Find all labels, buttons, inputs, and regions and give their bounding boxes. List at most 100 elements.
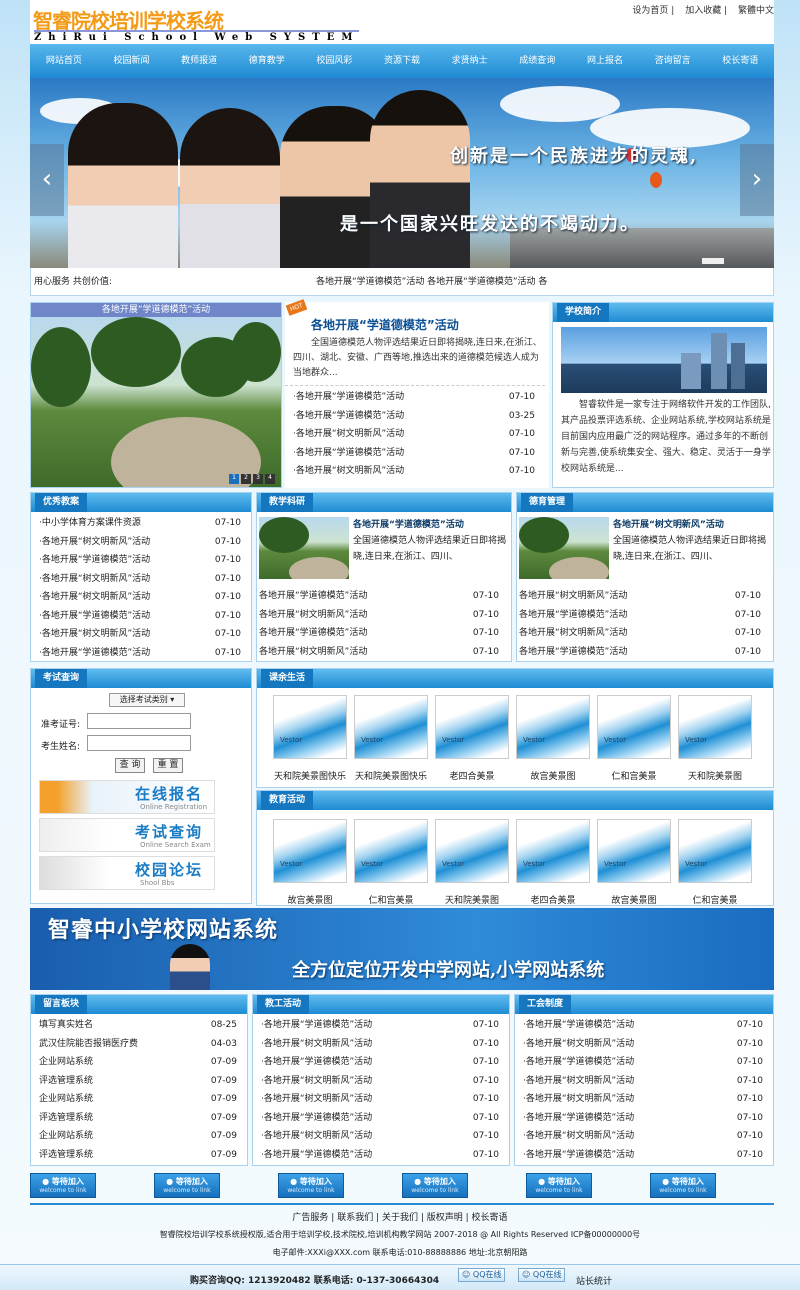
slider-dot-1[interactable]: 1 <box>229 474 239 484</box>
nav-item-principal[interactable]: 校长寄语 <box>706 44 774 78</box>
slider-dot-3[interactable]: 3 <box>253 474 263 484</box>
gallery-image[interactable]: Vestor <box>516 695 590 759</box>
list-item[interactable]: 评选管理系统 07-09 <box>31 1072 247 1091</box>
list-item[interactable]: ·各地开展“树文明新风”活动 07-10 <box>253 1035 509 1054</box>
list-item[interactable]: ·各地开展“学道德模范”活动 03-25 <box>285 407 545 426</box>
list-item[interactable]: 企业网站系统 07-09 <box>31 1053 247 1072</box>
list-item[interactable]: ·各地开展“学道德模范”活动 07-10 <box>31 644 251 663</box>
list-item[interactable]: ·各地开展“树文明新风”活动 07-10 <box>285 425 545 444</box>
list-item[interactable]: 各地开展“树文明新风”活动 07-10 <box>251 606 509 625</box>
slider-dot-4[interactable]: 4 <box>265 474 275 484</box>
exam-type-select[interactable]: 选择考试类别 ▾ <box>109 693 185 707</box>
list-item[interactable]: ·中小学体育方案课件资源 07-10 <box>31 514 251 533</box>
nav-item-news[interactable]: 校园新闻 <box>98 44 166 78</box>
list-item[interactable]: ·各地开展“树文明新风”活动 07-10 <box>31 570 251 589</box>
list-item[interactable]: 各地开展“树文明新风”活动 07-10 <box>511 624 771 643</box>
friend-link-button[interactable]: ● 等待加入 welcome to link <box>650 1173 716 1198</box>
research-thumbnail[interactable] <box>259 517 349 579</box>
list-item[interactable]: ·各地开展“树文明新风”活动 07-10 <box>253 1090 509 1109</box>
list-item[interactable]: 各地开展“树文明新风”活动 07-10 <box>511 587 771 606</box>
qq-online-button-1[interactable]: ☺ QQ在线 <box>458 1268 506 1282</box>
qq-online-button-2[interactable]: ☺ QQ在线 <box>518 1268 566 1282</box>
gallery-image[interactable]: Vestor <box>597 695 671 759</box>
gallery-caption[interactable]: 天和院美景图快乐 <box>267 769 353 782</box>
gallery-caption[interactable]: 故宫美景图 <box>267 893 353 906</box>
gallery-caption[interactable]: 故宫美景图 <box>591 893 677 906</box>
nav-item-home[interactable]: 网站首页 <box>30 44 98 78</box>
headline-title[interactable]: 各地开展“学道德模范”活动 <box>311 316 459 333</box>
list-item[interactable]: ·各地开展“树文明新风”活动 07-10 <box>31 625 251 644</box>
list-item[interactable]: ·各地开展“树文明新风”活动 07-10 <box>285 462 545 481</box>
moral-thumbnail[interactable] <box>519 517 609 579</box>
gallery-image[interactable]: Vestor <box>435 819 509 883</box>
list-item[interactable]: ·各地开展“学道德模范”活动 07-10 <box>515 1146 773 1165</box>
list-item[interactable]: ·各地开展“学道德模范”活动 07-10 <box>515 1016 773 1035</box>
list-item[interactable]: ·各地开展“树文明新风”活动 07-10 <box>515 1035 773 1054</box>
friend-link-button[interactable]: ● 等待加入 welcome to link <box>154 1173 220 1198</box>
list-item[interactable]: ·各地开展“学道德模范”活动 07-10 <box>253 1016 509 1035</box>
list-item[interactable]: ·各地开展“学道德模范”活动 07-10 <box>31 607 251 626</box>
gallery-caption[interactable]: 老四合美景 <box>429 769 515 782</box>
nav-item-moral[interactable]: 德育教学 <box>233 44 301 78</box>
nav-item-message[interactable]: 咨询留言 <box>639 44 707 78</box>
slider-dot-2[interactable]: 2 <box>241 474 251 484</box>
list-item[interactable]: 各地开展“学道德模范”活动 07-10 <box>511 606 771 625</box>
traditional-chinese-link[interactable]: 繁體中文 <box>738 6 774 16</box>
list-item[interactable]: ·各地开展“树文明新风”活动 07-10 <box>31 588 251 607</box>
gallery-caption[interactable]: 天和院美景图快乐 <box>348 769 434 782</box>
gallery-image[interactable]: Vestor <box>273 819 347 883</box>
site-stats-link[interactable]: 站长统计 <box>576 1274 612 1287</box>
list-item[interactable]: ·各地开展“树文明新风”活动 07-10 <box>515 1127 773 1146</box>
footer-link-about[interactable]: 关于我们 <box>382 1213 418 1223</box>
friend-link-button[interactable]: ● 等待加入 welcome to link <box>278 1173 344 1198</box>
list-item[interactable]: ·各地开展“学道德模范”活动 07-10 <box>285 388 545 407</box>
gallery-caption[interactable]: 仁和宫美景 <box>591 769 677 782</box>
list-item[interactable]: 填写真实姓名 08-25 <box>31 1016 247 1035</box>
gallery-image[interactable]: Vestor <box>354 819 428 883</box>
list-item[interactable]: 各地开展“学道德模范”活动 07-10 <box>251 624 509 643</box>
list-item[interactable]: 企业网站系统 07-09 <box>31 1090 247 1109</box>
gallery-caption[interactable]: 故宫美景图 <box>510 769 596 782</box>
gallery-image[interactable]: Vestor <box>678 819 752 883</box>
list-item[interactable]: 企业网站系统 07-09 <box>31 1127 247 1146</box>
ticker-text[interactable]: 各地开展“学道德模范”活动 各地开展“学道德模范”活动 各 <box>316 268 547 296</box>
footer-link-copyright[interactable]: 版权声明 <box>427 1213 463 1223</box>
gallery-image[interactable]: Vestor <box>597 819 671 883</box>
gallery-image[interactable]: Vestor <box>516 819 590 883</box>
nav-item-scores[interactable]: 成绩查询 <box>503 44 571 78</box>
list-item[interactable]: ·各地开展“学道德模范”活动 07-10 <box>31 551 251 570</box>
list-item[interactable]: ·各地开展“树文明新风”活动 07-10 <box>31 533 251 552</box>
banner-prev-button[interactable]: ‹ <box>30 144 64 216</box>
list-item[interactable]: 评选管理系统 07-09 <box>31 1146 247 1165</box>
exam-id-input[interactable] <box>87 713 191 729</box>
nav-item-teachers[interactable]: 教师报道 <box>165 44 233 78</box>
footer-link-principal[interactable]: 校长寄语 <box>472 1213 508 1223</box>
list-item[interactable]: ·各地开展“树文明新风”活动 07-10 <box>253 1127 509 1146</box>
gallery-image[interactable]: Vestor <box>273 695 347 759</box>
gallery-image[interactable]: Vestor <box>678 695 752 759</box>
list-item[interactable]: ·各地开展“学道德模范”活动 07-10 <box>515 1053 773 1072</box>
friend-link-button[interactable]: ● 等待加入 welcome to link <box>402 1173 468 1198</box>
nav-item-campus[interactable]: 校园风彩 <box>301 44 369 78</box>
add-favorite-link[interactable]: 加入收藏 <box>685 6 721 16</box>
gallery-caption[interactable]: 仁和宫美景 <box>348 893 434 906</box>
moral-feature-title[interactable]: 各地开展“树文明新风”活动 <box>613 517 724 530</box>
gallery-caption[interactable]: 天和院美景图 <box>429 893 515 906</box>
online-registration-button[interactable]: 在线报名 Online Registration <box>39 780 215 814</box>
gallery-caption[interactable]: 仁和宫美景 <box>672 893 758 906</box>
friend-link-button[interactable]: ● 等待加入 welcome to link <box>526 1173 592 1198</box>
list-item[interactable]: ·各地开展“树文明新风”活动 07-10 <box>515 1090 773 1109</box>
student-name-input[interactable] <box>87 735 191 751</box>
photo-slider[interactable]: 各地开展“学道德模范”活动 1 2 3 4 <box>30 302 282 488</box>
gallery-caption[interactable]: 天和院美景图 <box>672 769 758 782</box>
friend-link-button[interactable]: ● 等待加入 welcome to link <box>30 1173 96 1198</box>
research-feature-title[interactable]: 各地开展“学道德模范”活动 <box>353 517 464 530</box>
exam-search-button[interactable]: 考试查询 Online Search Exam <box>39 818 215 852</box>
school-forum-button[interactable]: 校园论坛 Shool Bbs <box>39 856 215 890</box>
set-homepage-link[interactable]: 设为首页 <box>632 6 668 16</box>
footer-link-contact[interactable]: 联系我们 <box>337 1213 373 1223</box>
nav-item-jobs[interactable]: 求贤纳士 <box>436 44 504 78</box>
gallery-image[interactable]: Vestor <box>354 695 428 759</box>
list-item[interactable]: ·各地开展“学道德模范”活动 07-10 <box>285 444 545 463</box>
gallery-image[interactable]: Vestor <box>435 695 509 759</box>
